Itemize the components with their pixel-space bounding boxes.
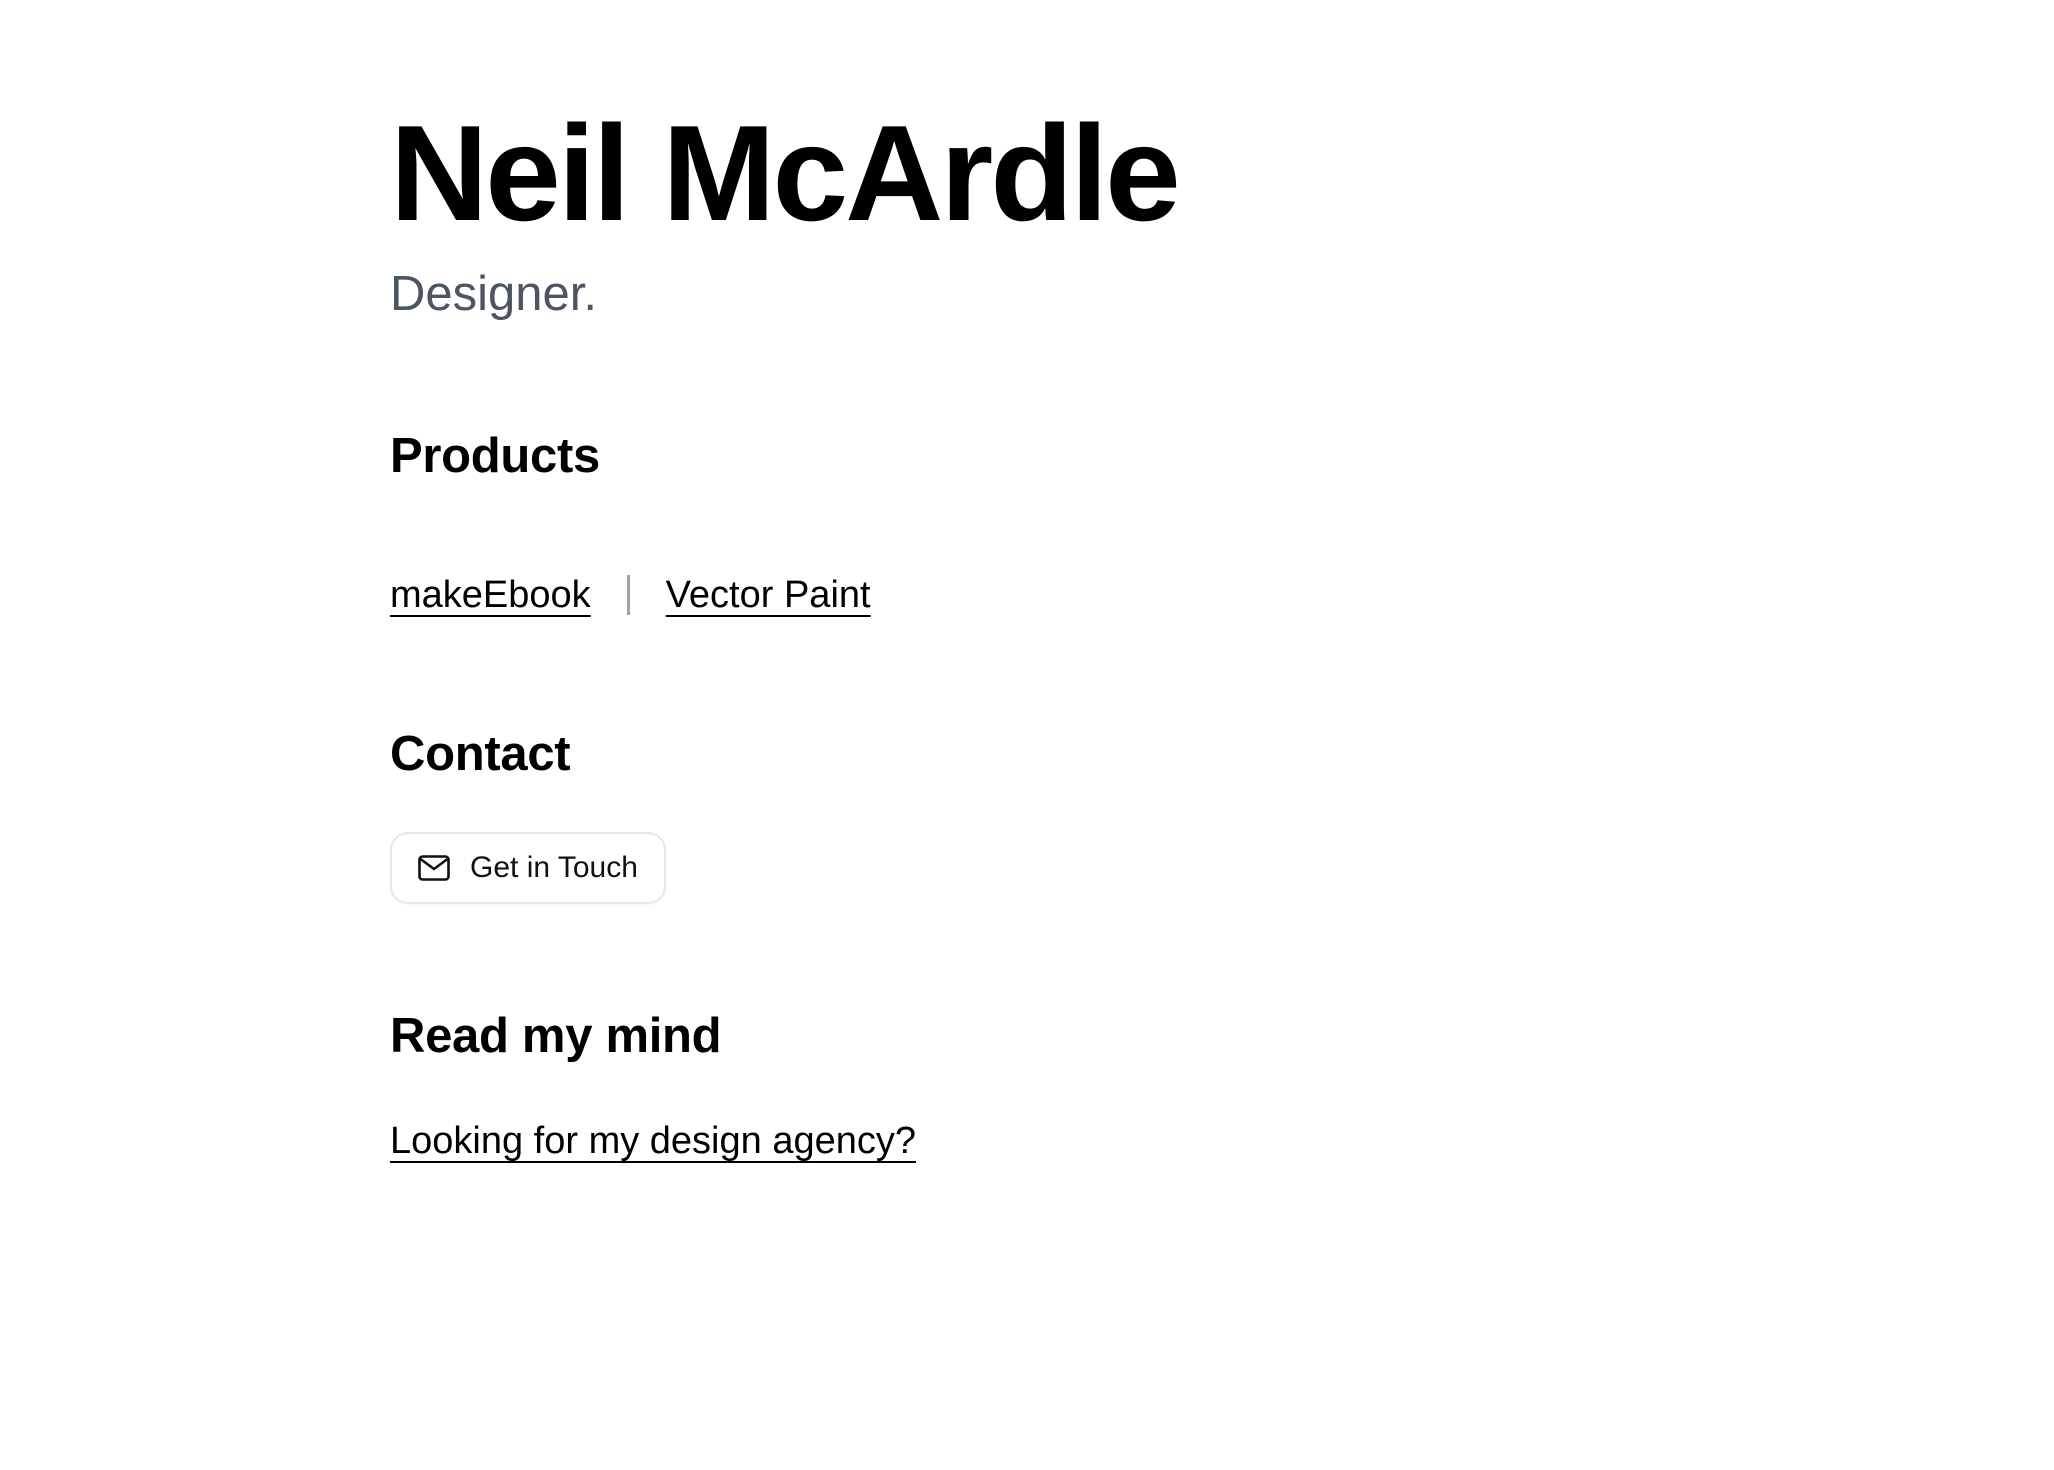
get-in-touch-button[interactable]: Get in Touch [390,832,666,904]
page-subtitle: Designer. [390,267,598,321]
read-my-mind-heading: Read my mind [390,1009,722,1063]
page-title: Neil McArdle [390,97,1181,249]
contact-heading: Contact [390,727,571,781]
mail-icon [418,855,450,881]
get-in-touch-label: Get in Touch [470,851,638,884]
design-agency-link[interactable]: Looking for my design agency? [390,1112,916,1170]
product-link-makeebook[interactable]: makeEbook [390,566,591,624]
products-heading: Products [390,429,600,483]
product-link-vector-paint[interactable]: Vector Paint [666,566,871,624]
products-list: makeEbook Vector Paint [390,566,871,624]
products-divider [626,575,630,615]
